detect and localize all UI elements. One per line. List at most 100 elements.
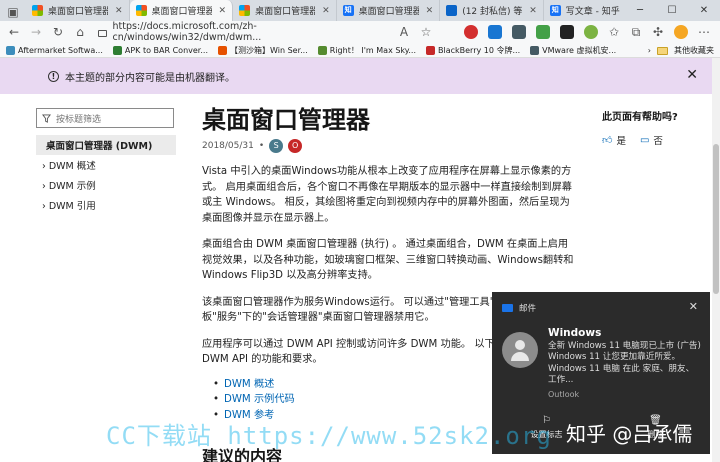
toc-item-dwm[interactable]: 桌面窗口管理器 (DWM) <box>36 135 176 155</box>
article-paragraph: Vista 中引入的桌面Windows功能从根本上改变了应用程序在屏幕上显示像素… <box>202 166 572 224</box>
home-icon[interactable]: ⌂ <box>70 23 90 41</box>
toc-item-samples[interactable]: › DWM 示例 <box>36 175 176 195</box>
favorites-icon[interactable]: ✩ <box>604 23 624 41</box>
favorite-star-icon[interactable]: ☆ <box>416 23 436 41</box>
feedback-question: 此页面有帮助吗? <box>602 112 678 123</box>
close-tab-icon[interactable]: ✕ <box>529 6 537 16</box>
extension-icon[interactable] <box>488 25 502 39</box>
close-tab-icon[interactable]: ✕ <box>115 6 123 16</box>
close-window-icon[interactable]: ✕ <box>688 0 720 21</box>
speech-bubble-icon: ▭ <box>639 134 650 146</box>
tab-2[interactable]: 桌面窗口管理器 ✕ <box>233 0 337 21</box>
mail-app-icon <box>502 304 513 312</box>
separator-dot: • <box>258 141 265 151</box>
more-menu-icon[interactable]: ⋯ <box>694 23 714 41</box>
window-controls: ─ ☐ ✕ <box>624 0 720 21</box>
extension-icon[interactable] <box>584 25 598 39</box>
tab-title: 桌面窗口管理器 <box>358 7 419 17</box>
tab-3[interactable]: 知 桌面窗口管理器 ✕ <box>337 0 441 21</box>
bookmarks-bar: Aftermarket Softwa... APK to BAR Conver.… <box>0 43 720 58</box>
close-banner-icon[interactable]: ✕ <box>686 67 698 83</box>
profile-avatar[interactable] <box>674 25 688 39</box>
bookmark-favicon-icon <box>112 45 122 55</box>
tab-title: 桌面窗口管理器 <box>151 7 212 17</box>
extensions-puzzle-icon[interactable]: ✣ <box>648 23 668 41</box>
bookmark-item[interactable]: Right！ I'm Max Sky... <box>317 45 416 56</box>
toast-line: 全新 Windows 11 电脑现已上市 (广告) <box>548 340 701 351</box>
bookmark-item[interactable]: BlackBerry 10 令牌... <box>426 45 520 56</box>
tab-title: (12 封私信) 等你 <box>462 7 523 17</box>
other-bookmarks[interactable]: › 其他收藏夹 <box>641 43 714 57</box>
close-tab-icon[interactable]: ✕ <box>322 6 330 16</box>
bookmark-item[interactable]: APK to BAR Conver... <box>112 45 208 55</box>
microsoft-favicon-icon <box>32 5 43 16</box>
yes-button[interactable]: 👍︎ 是 <box>602 133 626 147</box>
microsoft-favicon-icon <box>239 5 251 16</box>
feedback-votes: 👍︎ 是 ▭ 否 <box>602 133 692 148</box>
filter-icon <box>42 113 51 123</box>
toast-message: Windows 全新 Windows 11 电脑现已上市 (广告) Window… <box>548 327 702 400</box>
mail-favicon-icon <box>446 5 458 16</box>
bookmark-favicon-icon <box>530 45 540 55</box>
maximize-icon[interactable]: ☐ <box>656 0 688 21</box>
banner-text: 本主题的部分内容可能是由机器翻译。 <box>65 72 235 84</box>
address-bar[interactable]: https://docs.microsoft.com/zh-cn/windows… <box>92 21 392 43</box>
refresh-icon[interactable]: ↻ <box>48 23 68 41</box>
other-bookmarks-label: 其他收藏夹 <box>674 46 714 55</box>
address-toolbar: ← → ↻ ⌂ https://docs.microsoft.com/zh-cn… <box>0 21 720 43</box>
bookmark-favicon-icon <box>218 45 227 55</box>
filter-by-title-input[interactable]: 按标题筛选 <box>36 108 174 128</box>
article-date: 2018/05/31 <box>202 141 254 151</box>
tab-title: 写文章 - 知乎 <box>565 7 620 17</box>
contributor-avatar[interactable]: O <box>288 139 303 153</box>
article-meta: 2018/05/31 • S O <box>202 139 574 153</box>
chevron-right-icon: › <box>42 161 46 172</box>
zhihu-watermark: 知乎 @吕承儒 <box>566 422 693 446</box>
zhihu-favicon-icon: 知 <box>549 5 561 16</box>
site-watermark: CC下载站 https://www.52sk2.org <box>106 422 552 450</box>
toc-item-overview[interactable]: › DWM 概述 <box>36 155 176 175</box>
tab-4[interactable]: (12 封私信) 等你 ✕ <box>440 0 544 21</box>
workspaces-icon[interactable]: ▣ <box>0 3 26 21</box>
minimize-icon[interactable]: ─ <box>624 0 656 21</box>
toast-body: Windows 全新 Windows 11 电脑现已上市 (广告) Window… <box>492 314 710 400</box>
back-icon[interactable]: ← <box>4 23 24 41</box>
extension-icon[interactable] <box>536 25 550 39</box>
tab-1-active[interactable]: 桌面窗口管理器 ✕ <box>129 0 234 21</box>
close-tab-icon[interactable]: ✕ <box>426 6 434 16</box>
adblock-extension-icon[interactable] <box>464 25 478 39</box>
scrollbar-thumb[interactable] <box>713 144 719 294</box>
bookmark-favicon-icon <box>426 45 435 55</box>
collections-icon[interactable]: ⧉ <box>626 23 646 41</box>
contributor-avatar[interactable]: S <box>269 139 284 153</box>
extension-icon[interactable] <box>512 25 526 39</box>
feedback-panel: 此页面有帮助吗? 👍︎ 是 ▭ 否 <box>602 110 692 147</box>
forward-icon[interactable]: → <box>26 23 46 41</box>
toast-app-name: 邮件 <box>519 304 537 314</box>
bookmark-item[interactable]: 【测沙箱】Win Ser... <box>218 45 308 56</box>
page-scrollbar[interactable] <box>712 58 720 462</box>
info-icon: ! <box>48 70 59 82</box>
tab-title: 桌面窗口管理器 <box>255 7 316 17</box>
tab-strip: ▣ 桌面窗口管理器 ✕ 桌面窗口管理器 ✕ 桌面窗口管理器 ✕ 知 桌面窗口管理… <box>0 0 720 21</box>
microsoft-favicon-icon <box>135 5 147 16</box>
no-button[interactable]: ▭ 否 <box>639 133 663 148</box>
bookmark-item[interactable]: Aftermarket Softwa... <box>6 45 103 55</box>
toast-line: Windows 11 让您更加靠近所爱。 <box>548 352 681 362</box>
sender-avatar <box>502 332 538 368</box>
chevron-right-icon[interactable]: › <box>648 46 651 55</box>
lock-icon <box>98 29 107 37</box>
chevron-right-icon: › <box>42 181 46 192</box>
tab-0[interactable]: 桌面窗口管理器 ✕ <box>26 0 130 21</box>
machine-translation-banner: ! 本主题的部分内容可能是由机器翻译。 ✕ <box>0 58 712 94</box>
toc-list: 桌面窗口管理器 (DWM) › DWM 概述 › DWM 示例 › DWM 引用 <box>36 135 176 215</box>
toast-line: Windows 11 电脑 在此 家庭、朋友、工作... <box>548 363 695 386</box>
close-toast-icon[interactable]: ✕ <box>689 300 698 313</box>
extension-icon[interactable] <box>560 25 574 39</box>
bookmark-item[interactable]: VMware 虚拟机安... <box>530 45 616 56</box>
thumbs-up-icon: 👍︎ <box>602 135 613 146</box>
read-aloud-icon[interactable]: A <box>394 23 414 41</box>
bookmark-favicon-icon <box>6 45 15 55</box>
close-tab-icon[interactable]: ✕ <box>219 6 227 16</box>
toc-item-reference[interactable]: › DWM 引用 <box>36 195 176 215</box>
